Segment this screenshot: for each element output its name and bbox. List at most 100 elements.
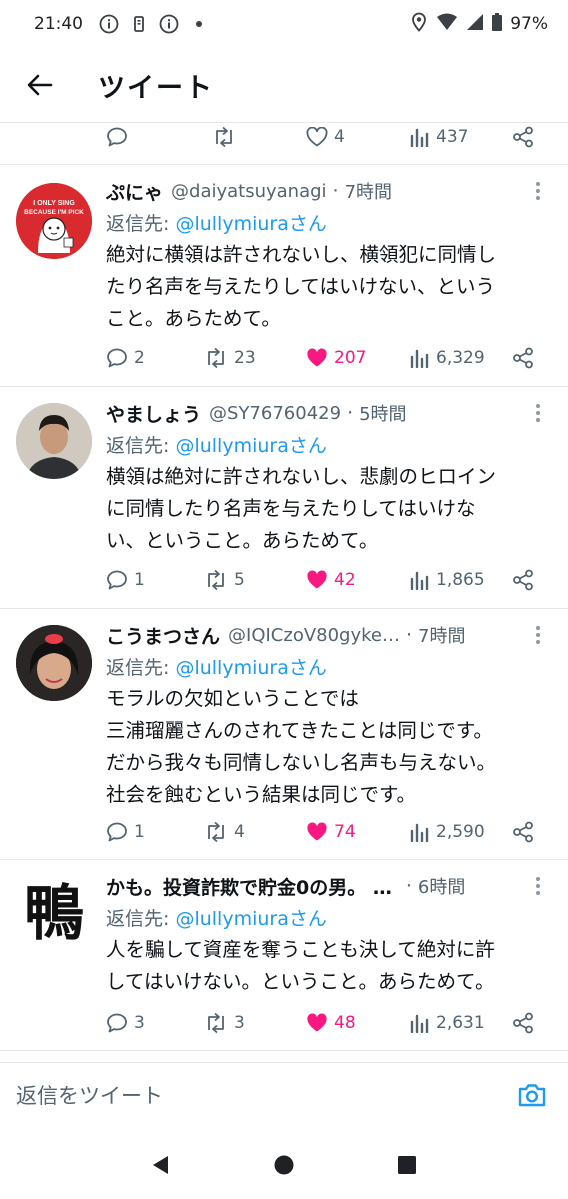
reply-button[interactable]: 2 [106,347,145,369]
svg-text:I ONLY SING: I ONLY SING [33,200,75,207]
tweet-card[interactable]: I ONLY SING BECAUSE I'M PICK ぷにゃ @daiyat… [0,165,568,387]
tweet-time[interactable]: 7時間 [345,178,392,204]
more-button[interactable] [528,623,548,647]
more-icon [536,404,540,408]
tweet-card[interactable]: こうまつさん @IQICzoV80gyke… · 7時間 返信先: @lully… [0,609,568,859]
author-handle[interactable]: @IQICzoV80gyke… [228,625,400,646]
tweet-card[interactable]: 鴨 かも。投資詐欺で貯金0の男。 … · 6時間 返信先: @lullymiur… [0,860,568,1050]
share-icon [513,821,533,843]
reply-button[interactable]: 3 [106,1012,145,1034]
location-icon [410,12,428,37]
heart-icon [307,570,327,589]
share-button[interactable] [512,569,534,591]
tweet-divider [0,1050,568,1051]
reply-button[interactable]: 1 [106,569,145,591]
author-name[interactable]: ぷにゃ [106,178,163,205]
mention-link[interactable]: @lullymiuraさん [175,657,326,679]
like-button[interactable]: 4 [306,127,345,147]
reply-button[interactable] [106,126,128,148]
replying-to: 返信先: @lullymiuraさん [106,653,327,681]
tweet-actions: 1 5 42 1,865 [106,565,546,595]
share-icon [513,347,533,369]
nav-recents-button[interactable] [383,1141,431,1189]
wifi-icon [436,12,458,37]
status-bar: 21:40 97% [0,0,568,48]
view-count: 2,590 [436,822,485,842]
views-button[interactable]: 2,590 [410,822,485,842]
views-button[interactable]: 437 [410,127,468,147]
more-button[interactable] [528,401,548,425]
more-button[interactable] [528,874,548,898]
mention-link[interactable]: @lullymiuraさん [175,213,326,235]
share-button[interactable] [512,126,534,148]
avatar[interactable]: 鴨 [16,876,92,952]
nav-home-button[interactable] [260,1141,308,1189]
info-icon [159,14,179,34]
views-icon [410,571,429,590]
more-button[interactable] [528,179,548,203]
author-name[interactable]: かも。投資詐欺で貯金0の男。 … [106,873,392,900]
retweet-button[interactable]: 5 [204,569,245,591]
tweet-text: モラルの欠如ということでは 三浦瑠麗さんのされてきたことは同じです。 だから我々… [106,687,497,806]
author-name[interactable]: こうまつさん [106,622,220,649]
views-button[interactable]: 2,631 [410,1013,485,1033]
like-count: 48 [334,1013,356,1033]
share-icon [513,1012,533,1034]
status-right: 97% [410,12,548,37]
like-button[interactable]: 207 [306,348,366,368]
views-icon [410,128,429,147]
replying-to: 返信先: @lullymiuraさん [106,209,327,237]
reply-count: 2 [134,348,145,368]
like-button[interactable]: 74 [306,822,356,842]
avatar[interactable] [16,625,92,701]
share-button[interactable] [512,821,534,843]
recents-square-icon [397,1155,416,1174]
system-nav-bar [0,1130,568,1199]
tweet-text: 絶対に横領は許されないし、横領犯に同情し たり名声を与えたりしてはいけない、とい… [106,243,497,330]
replying-to: 返信先: @lullymiuraさん [106,431,327,459]
tweet-header: ぷにゃ @daiyatsuyanagi · 7時間 [106,177,528,205]
reply-prefix: 返信先: [106,435,176,457]
heart-icon [306,127,328,147]
share-button[interactable] [512,347,534,369]
reply-input[interactable]: 返信をツイート [16,1080,512,1110]
author-name[interactable]: やましょう [106,400,201,427]
heart-icon [307,822,327,841]
mention-link[interactable]: @lullymiuraさん [175,908,326,930]
back-button[interactable] [10,55,70,115]
retweet-icon [216,126,232,148]
author-handle[interactable]: @daiyatsuyanagi [171,181,327,202]
battery-percent: 97% [510,14,548,34]
mention-link[interactable]: @lullymiuraさん [175,435,326,457]
reply-icon [107,127,127,147]
reply-prefix: 返信先: [106,908,176,930]
views-button[interactable]: 6,329 [410,348,485,368]
author-handle[interactable]: @SY76760429 [209,403,341,424]
tweet-actions: 4 437 [106,122,546,152]
retweet-button[interactable]: 4 [204,821,245,843]
nav-back-button[interactable] [137,1141,185,1189]
views-icon [410,349,429,368]
signal-icon [466,13,484,36]
retweet-button[interactable]: 23 [204,347,256,369]
retweet-button[interactable]: 3 [204,1012,245,1034]
like-button[interactable]: 48 [306,1013,356,1033]
separator-dot: · [405,624,413,646]
avatar[interactable]: I ONLY SING BECAUSE I'M PICK [16,183,92,259]
tweet-time[interactable]: 6時間 [418,873,465,899]
retweet-button[interactable] [212,126,236,148]
reply-button[interactable]: 1 [106,821,145,843]
avatar[interactable] [16,403,92,479]
more-icon [536,182,540,186]
tweet-header: こうまつさん @IQICzoV80gyke… · 7時間 [106,621,528,649]
tweet-time[interactable]: 5時間 [359,400,406,426]
tweet-time[interactable]: 7時間 [418,622,465,648]
share-button[interactable] [512,1012,534,1034]
tweet-card[interactable]: やましょう @SY76760429 · 5時間 返信先: @lullymiura… [0,387,568,609]
reply-prefix: 返信先: [106,213,176,235]
views-button[interactable]: 1,865 [410,570,485,590]
like-button[interactable]: 42 [306,570,356,590]
camera-button[interactable] [512,1075,552,1115]
reply-count: 3 [134,1013,145,1033]
top-header: ツイート [0,48,568,122]
